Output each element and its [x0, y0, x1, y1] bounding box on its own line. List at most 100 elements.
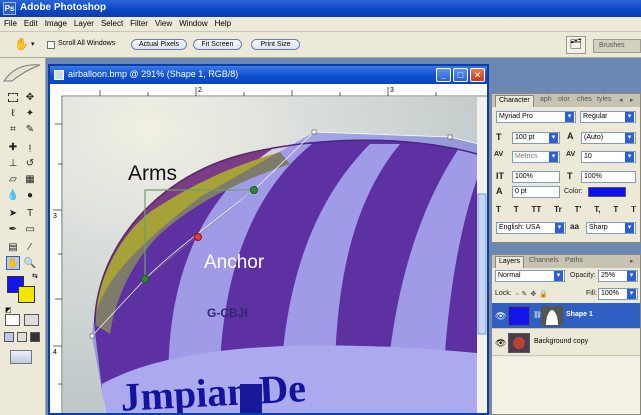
menu-view[interactable]: View	[151, 17, 175, 28]
close-button[interactable]: ✕	[470, 68, 485, 82]
magic-wand-icon[interactable]: ✦	[23, 106, 37, 120]
anchor-point-top[interactable]	[311, 129, 317, 135]
menu-image[interactable]: Image	[41, 17, 70, 28]
tab-paths[interactable]: Paths	[562, 256, 586, 268]
font-size-field[interactable]: 100 pt	[512, 132, 560, 144]
zoom-tool-icon[interactable]: 🔍	[23, 256, 37, 270]
leading-field[interactable]: (Auto)	[581, 132, 636, 144]
vertical-scroll-thumb[interactable]	[477, 193, 487, 335]
dodge-tool-icon[interactable]: ●	[23, 188, 37, 202]
hand-tool-icon[interactable]: ✋	[6, 256, 20, 270]
visibility-eye-icon[interactable]: 👁	[495, 338, 506, 349]
tab-layers[interactable]: Layers	[495, 256, 525, 268]
history-brush-icon[interactable]: ↺	[23, 156, 37, 170]
strikethrough-button[interactable]: T	[631, 205, 636, 217]
layers-options-icon[interactable]: ▸	[627, 256, 637, 268]
horizontal-scale-field[interactable]: 100%	[581, 171, 636, 183]
text-color-swatch[interactable]	[588, 187, 626, 197]
small-caps-button[interactable]: Tr	[554, 205, 562, 217]
menu-file[interactable]: File	[0, 17, 20, 28]
all-caps-button[interactable]: TT	[532, 205, 542, 217]
healing-brush-icon[interactable]: ✚	[6, 140, 20, 154]
panel-options-icon[interactable]: ▸	[627, 95, 637, 107]
shape-tool-icon[interactable]: ▭	[23, 222, 37, 236]
font-style-select[interactable]: Regular	[580, 111, 636, 123]
type-tool-icon[interactable]: T	[23, 206, 37, 220]
jump-to-imageready-icon[interactable]	[10, 350, 32, 364]
layer-row-shape-1[interactable]: 👁 ⛓ Shape 1	[492, 303, 640, 329]
faux-italic-button[interactable]: T	[514, 205, 519, 217]
brushes-palette-tab[interactable]: Brushes	[593, 39, 641, 53]
quick-mask-mode-icon[interactable]	[24, 314, 39, 326]
underline-button[interactable]: T	[613, 205, 618, 217]
standard-mode-icon[interactable]	[5, 314, 20, 326]
blend-mode-select[interactable]: Normal	[495, 270, 565, 282]
full-screen-menu-mode-icon[interactable]	[17, 332, 27, 342]
vector-mask-thumbnail[interactable]	[541, 306, 563, 326]
faux-bold-button[interactable]: T	[496, 205, 501, 217]
subscript-button[interactable]: T,	[594, 205, 600, 217]
pen-tool-icon[interactable]: ✒	[6, 222, 20, 236]
menu-window[interactable]: Window	[175, 17, 210, 28]
brush-tool-icon[interactable]: ᴉ	[23, 140, 37, 154]
visibility-eye-icon[interactable]: 👁	[495, 311, 506, 322]
actual-pixels-button[interactable]: Actual Pixels	[131, 39, 187, 50]
default-colors-icon[interactable]: ◩	[5, 306, 12, 314]
clone-stamp-icon[interactable]: ⊥	[6, 156, 20, 170]
layer-row-background-copy[interactable]: 👁 Background copy	[492, 330, 640, 356]
tab-character[interactable]: Character	[495, 95, 534, 107]
tab-swatches[interactable]: ches	[574, 95, 595, 107]
lasso-tool-icon[interactable]: ℓ	[6, 106, 20, 120]
layer-image-thumbnail[interactable]	[508, 333, 530, 353]
fill-field[interactable]: 100%	[598, 288, 638, 300]
antialias-select[interactable]: Sharp	[586, 222, 636, 234]
opacity-field[interactable]: 25%	[598, 270, 638, 282]
path-selection-icon[interactable]: ➤	[6, 206, 20, 220]
background-color-swatch[interactable]	[18, 286, 35, 303]
crop-tool-icon[interactable]: ⌗	[6, 122, 20, 136]
move-tool-icon[interactable]: ✥	[23, 90, 37, 104]
arm-handle-lower[interactable]	[141, 275, 149, 283]
fit-screen-button[interactable]: Fit Screen	[193, 39, 242, 50]
notes-tool-icon[interactable]: ▤	[6, 240, 20, 254]
tracking-field[interactable]: 10	[581, 151, 636, 163]
menu-help[interactable]: Help	[211, 17, 234, 28]
file-browser-icon[interactable]: 🗂	[566, 36, 586, 54]
marquee-tool-icon[interactable]	[6, 90, 20, 104]
menu-select[interactable]: Select	[97, 17, 126, 28]
eyedropper-icon[interactable]: ⁄	[23, 240, 37, 254]
minimize-button[interactable]: _	[436, 68, 451, 82]
tab-color[interactable]: olor	[555, 95, 573, 107]
gradient-tool-icon[interactable]: ▦	[23, 172, 37, 186]
full-screen-mode-icon[interactable]	[30, 332, 40, 342]
blur-tool-icon[interactable]: 💧	[6, 188, 20, 202]
language-select[interactable]: English: USA	[496, 222, 566, 234]
vertical-scale-field[interactable]: 100%	[512, 171, 560, 183]
tab-styles[interactable]: tyles	[594, 95, 614, 107]
eraser-tool-icon[interactable]: ▱	[6, 172, 20, 186]
slice-tool-icon[interactable]: ✎	[23, 122, 37, 136]
kerning-field[interactable]: Metrics	[512, 151, 560, 163]
print-size-button[interactable]: Print Size	[251, 39, 300, 50]
menu-filter[interactable]: Filter	[126, 17, 151, 28]
hand-tool-preset-icon[interactable]: ✋	[14, 37, 29, 51]
tab-paragraph[interactable]: aph	[537, 95, 555, 107]
lock-icons[interactable]: ▫✎✥🔒	[516, 290, 551, 298]
scroll-all-windows-checkbox[interactable]	[47, 41, 55, 49]
menu-edit[interactable]: Edit	[20, 17, 41, 28]
maximize-button[interactable]: □	[453, 68, 468, 82]
menu-layer[interactable]: Layer	[70, 17, 97, 28]
panel-menu-icon[interactable]: ◂	[616, 95, 626, 107]
swap-colors-icon[interactable]: ⇆	[32, 272, 38, 280]
arm-handle-upper[interactable]	[250, 186, 258, 194]
preset-dropdown-chevron-icon[interactable]: ▾	[31, 40, 35, 48]
tab-channels[interactable]: Channels	[526, 256, 562, 268]
canvas-svg[interactable]: 2 3 3 4 Jmpian De G-CBJI Arms Anchor	[50, 84, 487, 413]
anchor-point-top-right[interactable]	[447, 134, 453, 140]
standard-screen-mode-icon[interactable]	[4, 332, 14, 342]
layer-fill-thumbnail[interactable]	[508, 306, 530, 326]
anchor-point[interactable]	[194, 233, 202, 241]
superscript-button[interactable]: T'	[575, 205, 582, 217]
anchor-point-left[interactable]	[89, 333, 95, 339]
baseline-shift-field[interactable]: 0 pt	[512, 186, 560, 198]
